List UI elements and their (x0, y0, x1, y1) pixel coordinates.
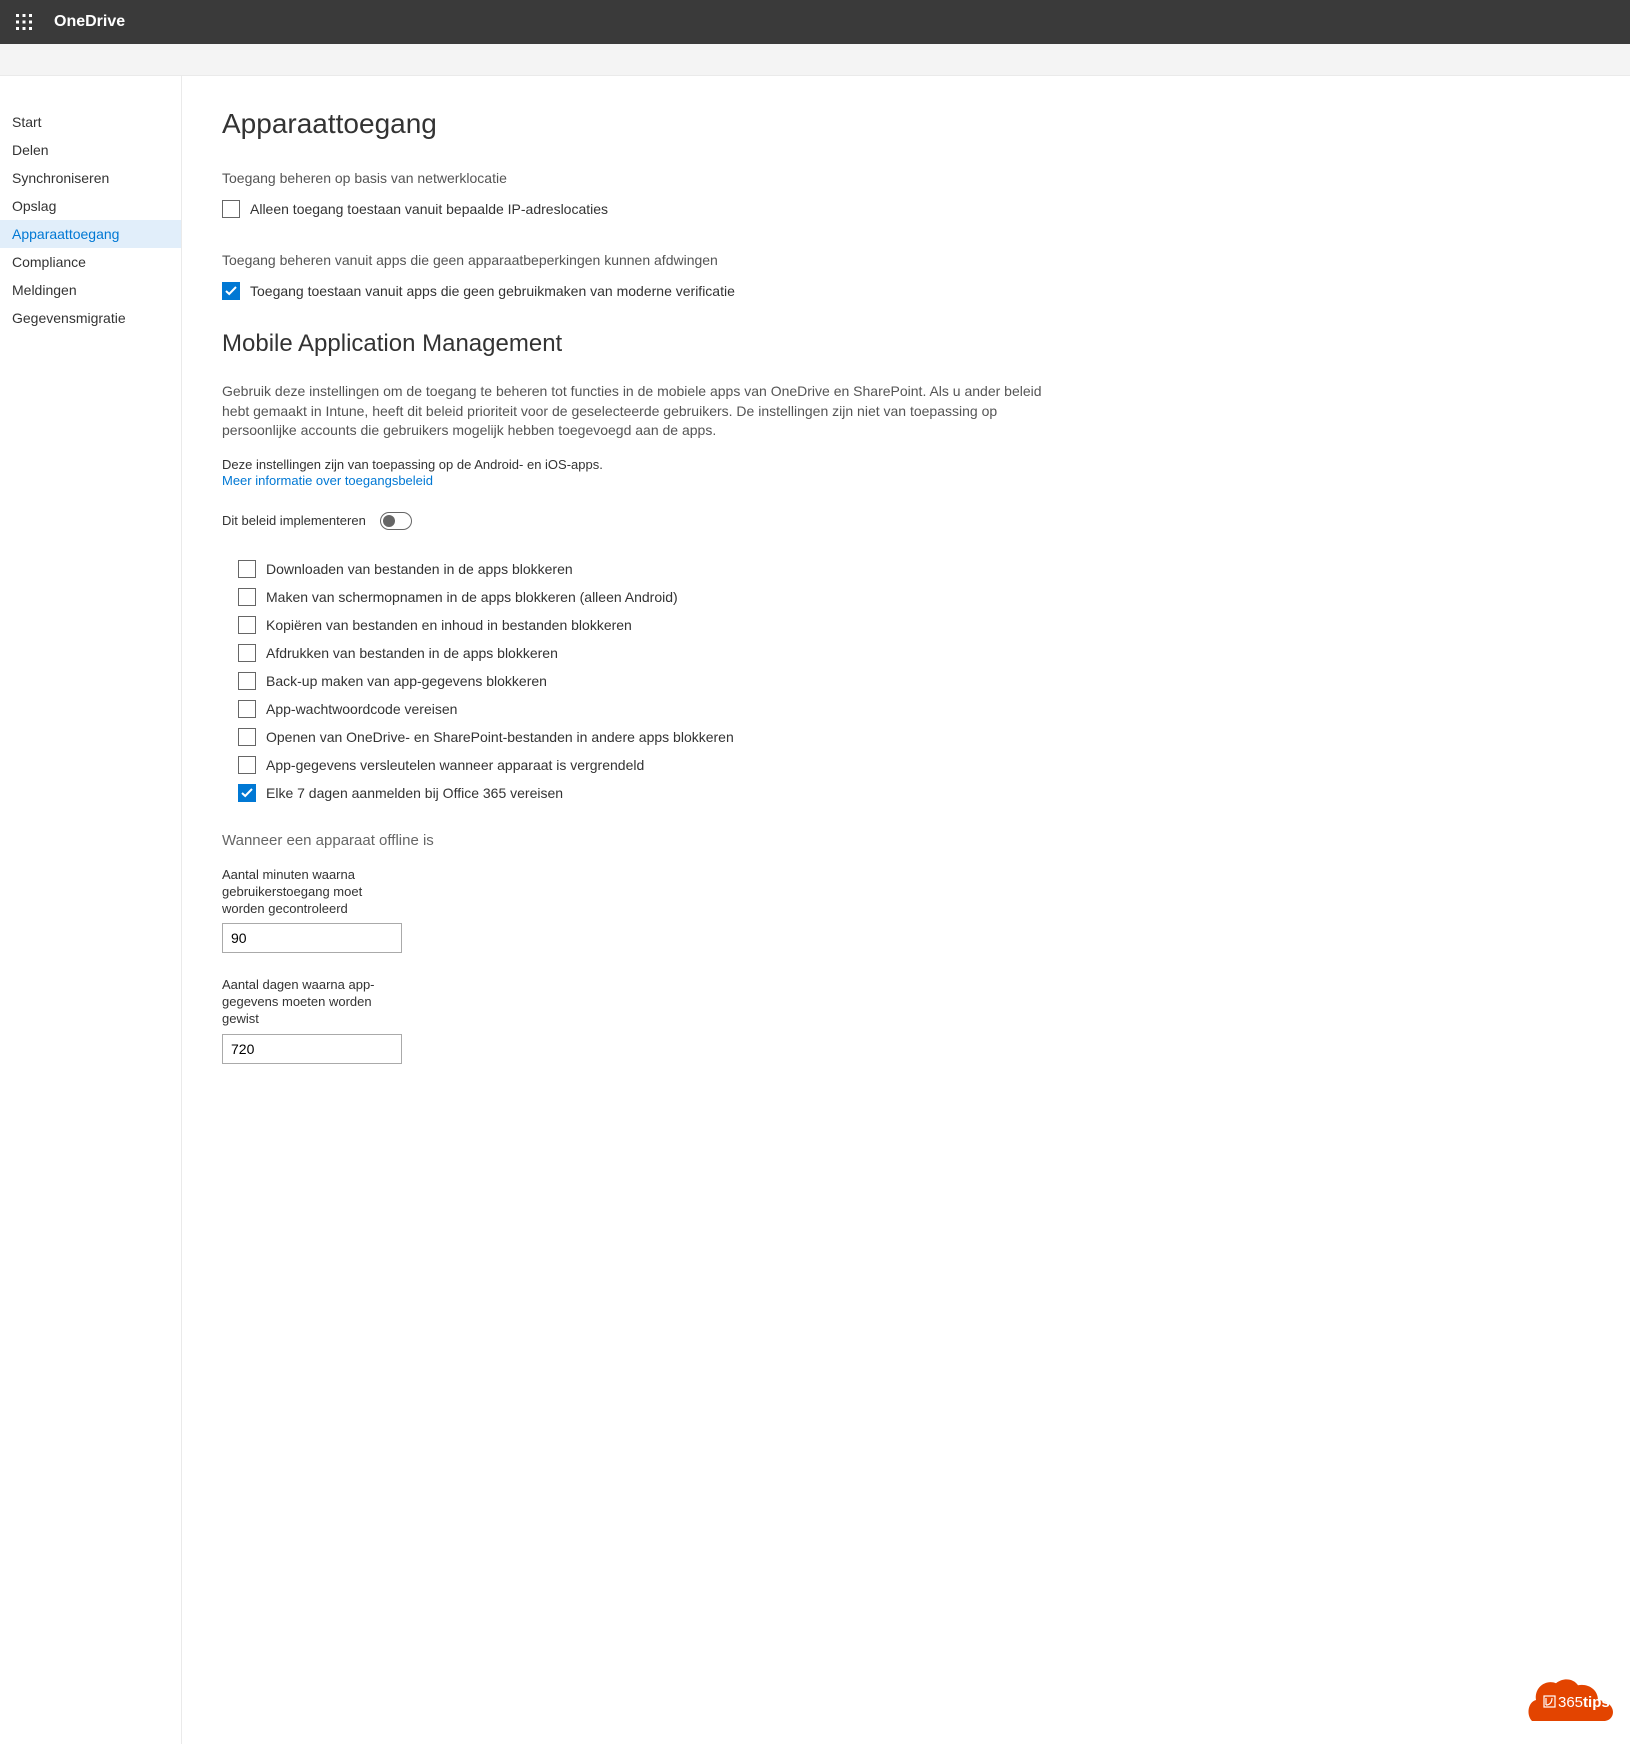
toggle-deploy-policy[interactable] (380, 512, 412, 530)
checkbox-block-copy-label: Kopiëren van bestanden en inhoud in best… (266, 617, 632, 633)
checkbox-block-open-other-apps[interactable] (238, 728, 256, 746)
sidebar-item-synchroniseren[interactable]: Synchroniseren (0, 164, 181, 192)
checkbox-block-screenshot-label: Maken van schermopnamen in de apps blokk… (266, 589, 678, 605)
checkbox-block-screenshot[interactable] (238, 588, 256, 606)
checkbox-ip-restriction-label: Alleen toegang toestaan vanuit bepaalde … (250, 201, 608, 217)
toggle-deploy-policy-label: Dit beleid implementeren (222, 513, 366, 528)
mam-description: Gebruik deze instellingen om de toegang … (222, 382, 1042, 441)
sidebar-item-meldingen[interactable]: Meldingen (0, 276, 181, 304)
checkbox-block-print-label: Afdrukken van bestanden in de apps blokk… (266, 645, 558, 661)
section-app-restriction-heading: Toegang beheren vanuit apps die geen app… (222, 252, 1042, 268)
checkbox-modern-auth[interactable] (222, 282, 240, 300)
mam-heading: Mobile Application Management (222, 330, 1042, 358)
app-title: OneDrive (54, 13, 125, 31)
checkbox-signin-7days[interactable] (238, 784, 256, 802)
offline-heading: Wanneer een apparaat offline is (222, 832, 1042, 849)
checkbox-block-download[interactable] (238, 560, 256, 578)
sidebar-item-apparaattoegang[interactable]: Apparaattoegang (0, 220, 181, 248)
mam-more-info-link[interactable]: Meer informatie over toegangsbeleid (222, 473, 433, 488)
command-bar (0, 44, 1630, 76)
site-badge-365tips[interactable]: 365tips (1526, 1671, 1618, 1732)
sidebar-item-gegevensmigratie[interactable]: Gegevensmigratie (0, 304, 181, 332)
app-launcher-icon[interactable] (8, 6, 40, 38)
checkbox-ip-restriction[interactable] (222, 200, 240, 218)
checkbox-encrypt-locked-label: App-gegevens versleutelen wanneer appara… (266, 757, 644, 773)
sidebar-item-compliance[interactable]: Compliance (0, 248, 181, 276)
field-minutes-label: Aantal minuten waarna gebruikerstoegang … (222, 867, 402, 918)
svg-text:365tips: 365tips (1558, 1694, 1610, 1711)
checkbox-block-print[interactable] (238, 644, 256, 662)
sidebar-item-start[interactable]: Start (0, 108, 181, 136)
sidebar-item-opslag[interactable]: Opslag (0, 192, 181, 220)
checkbox-require-passcode-label: App-wachtwoordcode vereisen (266, 701, 457, 717)
checkbox-block-backup[interactable] (238, 672, 256, 690)
mam-platform-note: Deze instellingen zijn van toepassing op… (222, 457, 1042, 472)
checkbox-block-backup-label: Back-up maken van app-gegevens blokkeren (266, 673, 547, 689)
checkbox-modern-auth-label: Toegang toestaan vanuit apps die geen ge… (250, 283, 735, 299)
checkbox-block-copy[interactable] (238, 616, 256, 634)
sidebar-item-delen[interactable]: Delen (0, 136, 181, 164)
checkbox-encrypt-locked[interactable] (238, 756, 256, 774)
field-days-label: Aantal dagen waarna app-gegevens moeten … (222, 977, 402, 1028)
section-network-location-heading: Toegang beheren op basis van netwerkloca… (222, 170, 1042, 186)
page-title: Apparaattoegang (222, 108, 1042, 140)
field-days-input[interactable] (222, 1034, 402, 1064)
sidebar: Start Delen Synchroniseren Opslag Appara… (0, 76, 182, 1744)
checkbox-require-passcode[interactable] (238, 700, 256, 718)
field-minutes-input[interactable] (222, 923, 402, 953)
main-content: Apparaattoegang Toegang beheren op basis… (182, 76, 1082, 1744)
top-bar: OneDrive (0, 0, 1630, 44)
checkbox-signin-7days-label: Elke 7 dagen aanmelden bij Office 365 ve… (266, 785, 563, 801)
checkbox-block-download-label: Downloaden van bestanden in de apps blok… (266, 561, 573, 577)
checkbox-block-open-other-apps-label: Openen van OneDrive- en SharePoint-besta… (266, 729, 734, 745)
